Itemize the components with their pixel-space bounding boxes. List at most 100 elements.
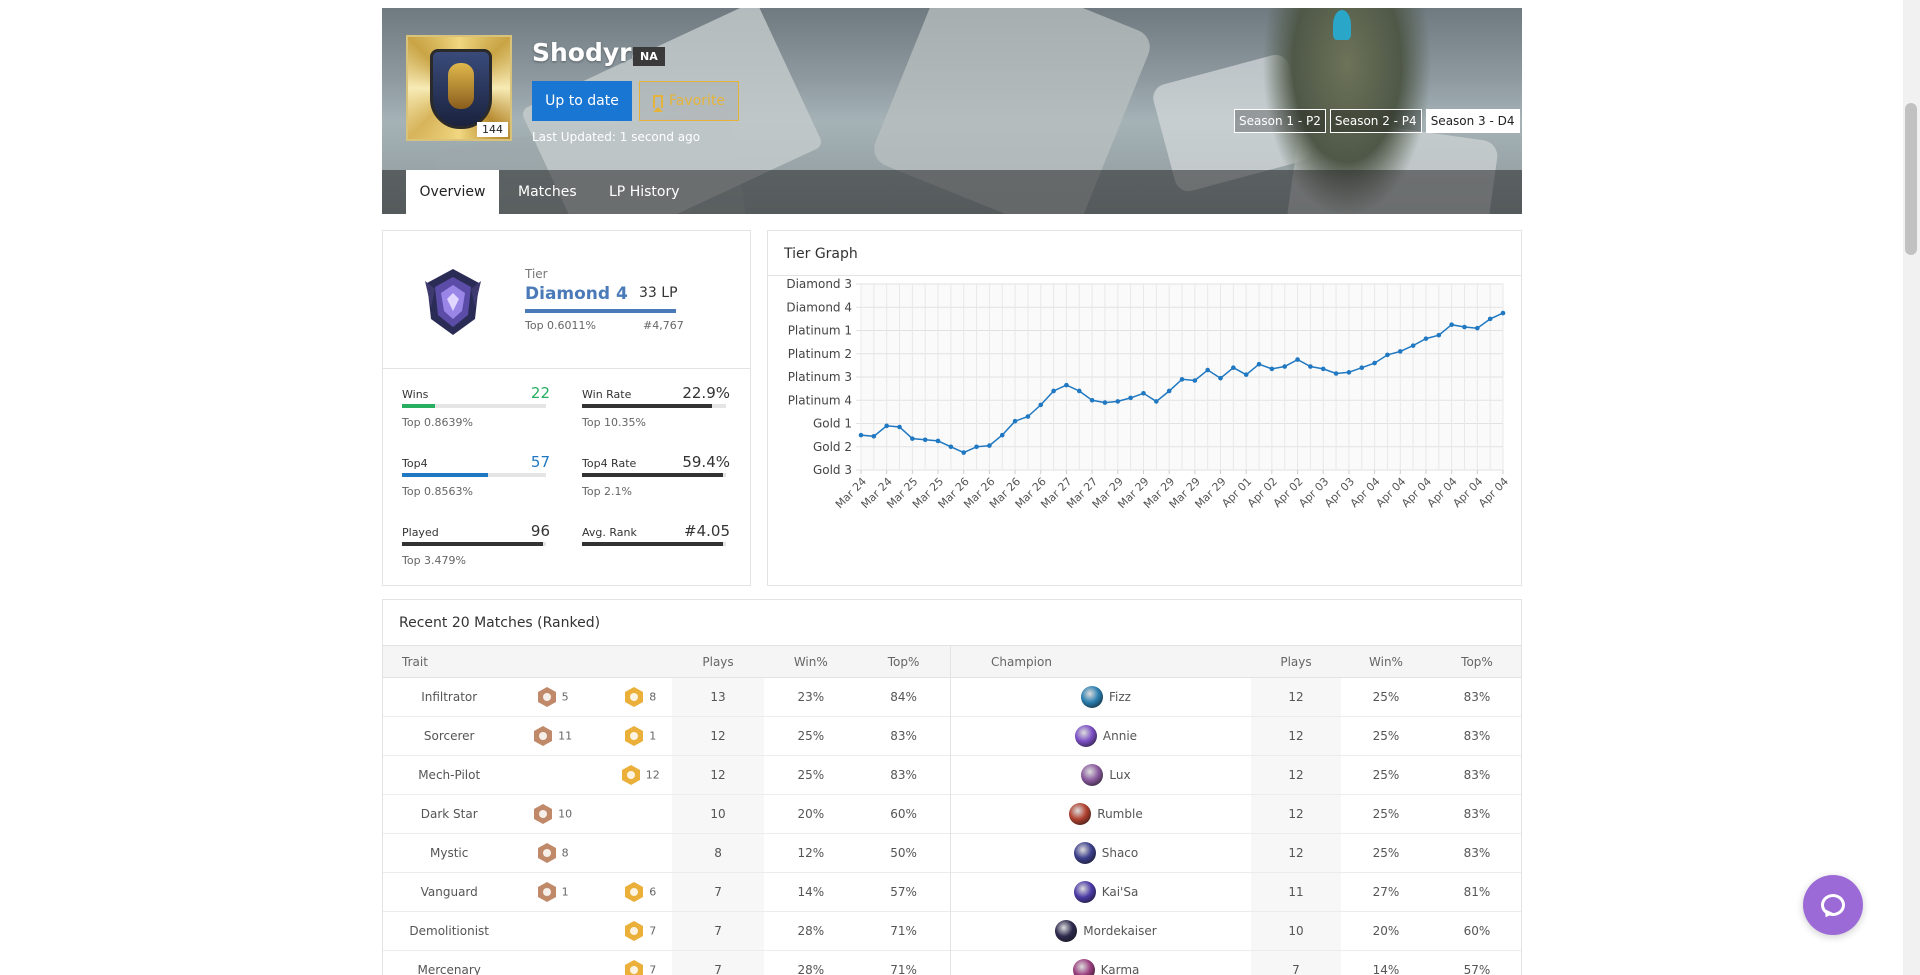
tier-data-point[interactable]	[1205, 367, 1210, 373]
trait-row[interactable]: Demolitionist 7 7 28% 71%	[383, 911, 950, 951]
tier-data-point[interactable]	[1269, 366, 1275, 372]
tier-data-point[interactable]	[1256, 361, 1262, 367]
trait-row[interactable]: Mystic 8 8 12% 50%	[383, 833, 950, 873]
trait-gold-hex-icon	[625, 882, 644, 902]
tier-data-point[interactable]	[1166, 388, 1172, 394]
champion-name: Rumble	[1097, 807, 1143, 821]
champion-cell: Kai'Sa	[951, 872, 1251, 912]
champion-row[interactable]: Mordekaiser 10 20% 60%	[951, 911, 1521, 951]
champion-row[interactable]: Karma 7 14% 57%	[951, 950, 1521, 975]
tier-data-point[interactable]	[1141, 390, 1146, 396]
stat-bar-fill	[402, 473, 489, 477]
tier-data-point[interactable]	[1333, 371, 1339, 376]
tier-data-point[interactable]	[871, 433, 877, 439]
trait-bronze-hex-icon	[537, 882, 556, 902]
tier-data-point[interactable]	[1385, 352, 1390, 358]
trait-plays: 7	[671, 911, 765, 951]
update-button[interactable]: Up to date	[532, 81, 632, 121]
tier-data-point[interactable]	[1012, 418, 1018, 424]
tier-data-point[interactable]	[1359, 365, 1365, 370]
champion-row[interactable]: Shaco 12 25% 83%	[951, 833, 1521, 873]
champion-win-rate: 14%	[1341, 950, 1431, 975]
tab-lp-history[interactable]: LP History	[609, 170, 680, 214]
tier-data-point[interactable]	[1410, 343, 1416, 348]
champion-row[interactable]: Lux 12 25% 83%	[951, 755, 1521, 795]
tier-data-point[interactable]	[1218, 375, 1223, 381]
scrollbar-thumb[interactable]	[1905, 103, 1917, 255]
tier-data-point[interactable]	[1089, 397, 1095, 403]
tier-data-point[interactable]	[1462, 324, 1467, 330]
tier-data-point[interactable]	[1038, 402, 1044, 408]
tier-data-point[interactable]	[999, 432, 1005, 438]
season-badge: Season 3 - D4	[1425, 109, 1520, 133]
tier-data-point[interactable]	[1295, 357, 1300, 362]
stat-label: Avg. Rank	[582, 526, 637, 539]
champion-name: Shaco	[1101, 846, 1139, 860]
tier-data-point[interactable]	[1475, 325, 1480, 331]
tier-data-point[interactable]	[1500, 310, 1506, 316]
champion-row[interactable]: Rumble 12 25% 83%	[951, 794, 1521, 834]
champion-cell: Shaco	[951, 833, 1251, 873]
trait-name: Demolitionist	[383, 911, 497, 951]
tier-data-point[interactable]	[922, 437, 928, 443]
tier-data-point[interactable]	[858, 432, 864, 438]
trait-row[interactable]: Sorcerer 11 1 12 25% 83%	[383, 716, 950, 756]
tier-data-point[interactable]	[1025, 414, 1031, 419]
tier-data-point[interactable]	[1372, 360, 1377, 366]
trait-gold-tier	[609, 794, 672, 834]
tier-data-point[interactable]	[897, 424, 902, 430]
trait-row[interactable]: Infiltrator 5 8 13 23% 84%	[383, 677, 950, 717]
tier-data-point[interactable]	[1308, 364, 1313, 369]
tier-data-point[interactable]	[974, 444, 979, 450]
trait-bronze-tier	[496, 950, 610, 975]
tier-data-point[interactable]	[1282, 364, 1288, 369]
trait-unit-count: 8	[649, 690, 657, 704]
stat-value: #4.05	[684, 522, 730, 540]
tier-data-point[interactable]	[1423, 336, 1429, 341]
tier-label: Tier	[525, 267, 548, 281]
tier-data-point[interactable]	[961, 450, 967, 455]
trait-name: Infiltrator	[383, 677, 497, 717]
tier-data-point[interactable]	[1102, 400, 1108, 405]
tier-data-point[interactable]	[1179, 377, 1185, 382]
champion-row[interactable]: Annie 12 25% 83%	[951, 716, 1521, 756]
tier-data-point[interactable]	[948, 444, 954, 450]
tier-data-point[interactable]	[1231, 365, 1236, 370]
champion-top-rate: 83%	[1431, 716, 1521, 756]
tier-data-point[interactable]	[1128, 395, 1133, 401]
tier-data-point[interactable]	[1076, 388, 1082, 394]
tier-data-point[interactable]	[1346, 370, 1352, 375]
tier-data-point[interactable]	[1064, 382, 1069, 388]
trait-row[interactable]: Dark Star 10 10 20% 60%	[383, 794, 950, 834]
tier-data-point[interactable]	[1320, 366, 1326, 372]
tier-data-point[interactable]	[1449, 322, 1454, 327]
tier-data-point[interactable]	[935, 438, 941, 444]
tier-data-point[interactable]	[1051, 388, 1056, 394]
trait-top-rate: 71%	[857, 950, 950, 975]
tier-data-point[interactable]	[1115, 399, 1121, 404]
champion-row[interactable]: Fizz 12 25% 83%	[951, 677, 1521, 717]
trait-row[interactable]: Mech-Pilot 12 12 25% 83%	[383, 755, 950, 795]
tab-overview[interactable]: Overview	[406, 170, 499, 214]
tier-data-point[interactable]	[1192, 378, 1198, 383]
champion-row[interactable]: Kai'Sa 11 27% 81%	[951, 872, 1521, 912]
trait-unit-count: 11	[558, 729, 573, 743]
y-tick-label: Diamond 3	[786, 277, 852, 291]
stat-label: Played	[402, 526, 439, 539]
tab-matches[interactable]: Matches	[518, 170, 577, 214]
tier-data-point[interactable]	[1436, 332, 1442, 338]
champion-win-rate: 27%	[1341, 872, 1431, 912]
tier-data-point[interactable]	[1487, 316, 1493, 322]
help-chat-button[interactable]	[1803, 875, 1863, 935]
tier-data-point[interactable]	[884, 423, 889, 429]
trait-row[interactable]: Vanguard 1 6 7 14% 57%	[383, 872, 950, 912]
tier-data-point[interactable]	[1154, 399, 1159, 404]
champion-cell: Karma	[951, 950, 1251, 975]
tier-data-point[interactable]	[1397, 349, 1403, 354]
tier-data-point[interactable]	[987, 443, 992, 448]
trait-top-rate: 83%	[857, 716, 950, 756]
tier-data-point[interactable]	[1243, 372, 1249, 377]
tier-data-point[interactable]	[910, 436, 915, 441]
trait-row[interactable]: Mercenary 7 7 28% 71%	[383, 950, 950, 975]
favorite-button[interactable]: Favorite	[639, 81, 739, 121]
